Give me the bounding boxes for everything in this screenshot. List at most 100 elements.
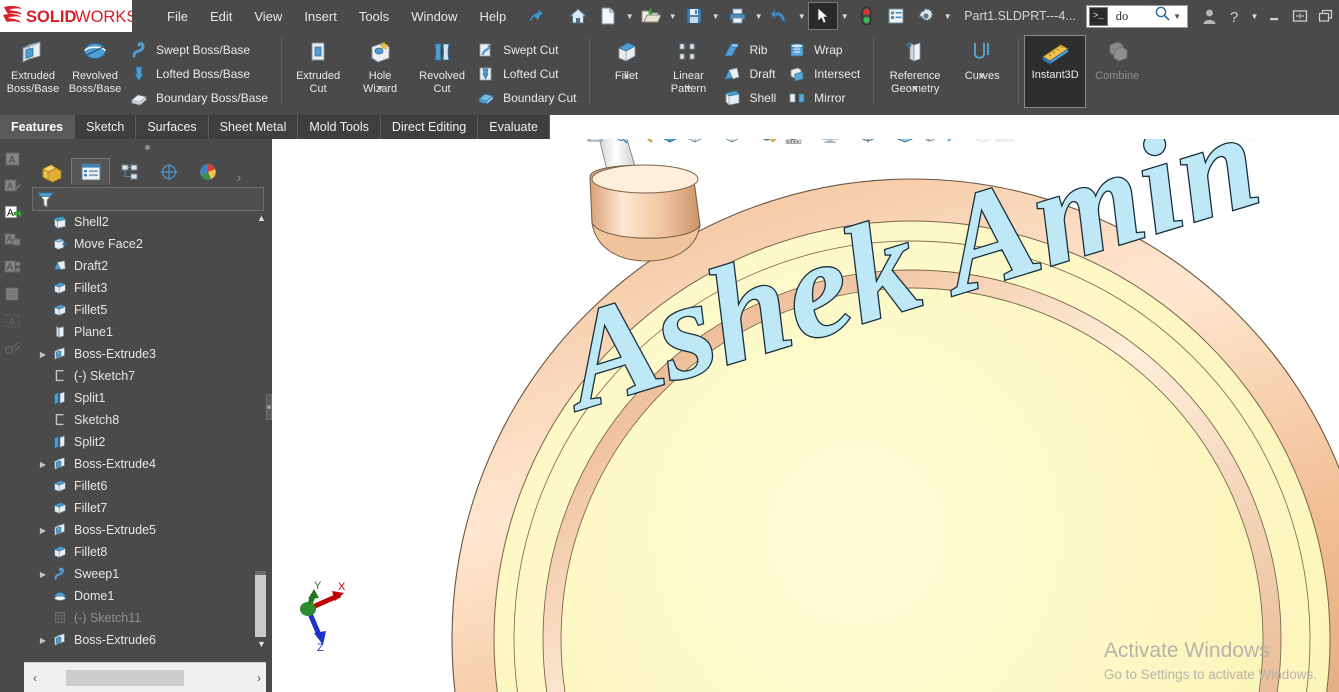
menu-insert[interactable]: Insert — [293, 5, 348, 28]
expand-tabs-chevron-icon[interactable]: › — [227, 169, 251, 185]
draft-button[interactable]: Draft — [719, 62, 784, 86]
block-icon[interactable]: A — [0, 307, 24, 334]
tree-item-fillet8[interactable]: Fillet8 — [32, 541, 262, 563]
tree-expander[interactable]: ▶ — [36, 460, 50, 469]
select-caret[interactable]: ▼ — [838, 2, 851, 30]
restore-doc-icon[interactable] — [1285, 139, 1309, 146]
save-caret[interactable]: ▼ — [709, 2, 722, 30]
intersect-button[interactable]: Intersect — [784, 62, 868, 86]
menu-tools[interactable]: Tools — [348, 5, 400, 28]
view-orientation-caret[interactable]: ▼ — [707, 139, 719, 140]
note-icon[interactable]: A — [0, 145, 24, 172]
tree-item-boss-extrude6[interactable]: ▶ Boss-Extrude6 — [32, 629, 262, 651]
tab-mold-tools[interactable]: Mold Tools — [298, 115, 381, 139]
feature-tree-tab[interactable] — [32, 158, 71, 185]
weld-symbol-icon[interactable] — [0, 334, 24, 361]
display-style-caret[interactable]: ▼ — [744, 139, 756, 140]
hole-wizard-caret[interactable]: ▼ — [376, 84, 384, 93]
apply-scene-caret[interactable]: ▼ — [806, 139, 818, 140]
tab-sheet-metal[interactable]: Sheet Metal — [208, 115, 299, 139]
lofted-cut-button[interactable]: Lofted Cut — [473, 62, 584, 86]
perspective-caret[interactable]: ▼ — [880, 139, 892, 140]
linear-pattern-caret[interactable]: ▼ — [685, 84, 693, 93]
note-add-icon[interactable]: A — [0, 199, 24, 226]
edit-appearance-icon[interactable] — [756, 139, 781, 148]
boundary-boss-base-button[interactable]: Boundary Boss/Base — [126, 86, 276, 110]
tab-evaluate[interactable]: Evaluate — [478, 115, 550, 139]
new-document-caret[interactable]: ▼ — [623, 2, 636, 30]
boundary-cut-button[interactable]: Boundary Cut — [473, 86, 584, 110]
minimize-doc-icon[interactable] — [1261, 139, 1285, 146]
tree-item-boss-extrude4[interactable]: ▶ Boss-Extrude4 — [32, 453, 262, 475]
pin-icon[interactable] — [529, 8, 545, 24]
tree-item-boss-extrude3[interactable]: ▶ Boss-Extrude3 — [32, 343, 262, 365]
view-orientation-icon[interactable] — [682, 139, 707, 148]
rib-button[interactable]: Rib — [719, 38, 784, 62]
tab-sketch[interactable]: Sketch — [75, 115, 137, 139]
note-edit-icon[interactable]: A — [0, 172, 24, 199]
magnifier-glass-icon[interactable] — [917, 139, 942, 148]
tree-item-split2[interactable]: Split2 — [32, 431, 262, 453]
menu-file[interactable]: File — [156, 5, 199, 28]
rebuild-button[interactable] — [851, 2, 881, 30]
revolved-cut-button[interactable]: Revolved Cut — [411, 35, 473, 95]
panel-drag-handle[interactable] — [24, 139, 270, 155]
tree-item-sketch8[interactable]: Sketch8 — [32, 409, 262, 431]
wireframe-line-icon[interactable] — [942, 139, 967, 148]
restore-doc-right-icon[interactable] — [1237, 139, 1261, 146]
display-style-icon[interactable] — [719, 139, 744, 148]
tree-item-move-face2[interactable]: Move Face2 — [32, 233, 262, 255]
tree-expander[interactable]: ▶ — [36, 350, 50, 359]
undo-caret[interactable]: ▼ — [795, 2, 808, 30]
tree-expander[interactable]: ▶ — [36, 526, 50, 535]
swept-cut-button[interactable]: Swept Cut — [473, 38, 584, 62]
dimxpert-manager-tab[interactable] — [149, 158, 188, 185]
instant3d-button[interactable]: Instant3D — [1024, 35, 1087, 108]
tree-item-split1[interactable]: Split1 — [32, 387, 262, 409]
open-button[interactable] — [636, 2, 666, 30]
revolved-boss-base-button[interactable]: Revolved Boss/Base — [64, 35, 126, 95]
print-caret[interactable]: ▼ — [752, 2, 765, 30]
open-caret[interactable]: ▼ — [666, 2, 679, 30]
search-icon[interactable] — [1154, 5, 1171, 27]
linear-pattern-button[interactable]: Linear Pattern ▼ — [657, 35, 719, 95]
balloon-icon[interactable]: A — [0, 226, 24, 253]
reference-geometry-caret[interactable]: ▼ — [911, 84, 919, 93]
tree-item-fillet7[interactable]: Fillet7 — [32, 497, 262, 519]
gear-icon[interactable] — [911, 2, 941, 30]
extruded-boss-base-button[interactable]: Extruded Boss/Base — [2, 35, 64, 95]
menu-view[interactable]: View — [243, 5, 293, 28]
rotate-view-icon[interactable] — [892, 139, 917, 148]
tree-item-fillet3[interactable]: Fillet3 — [32, 277, 262, 299]
feature-tree-horizontal-scrollbar[interactable]: ‹ › — [24, 662, 270, 692]
solidworks-logo[interactable]: SOLID WORKS — [0, 0, 132, 32]
tree-item-plane1[interactable]: Plane1 — [32, 321, 262, 343]
feature-filter-box[interactable] — [32, 187, 264, 211]
mirror-button[interactable]: Mirror — [784, 86, 868, 110]
search-box[interactable]: >_ do ▼ — [1085, 4, 1188, 28]
tree-expander[interactable]: ▶ — [36, 636, 50, 645]
horizontal-scroll-track[interactable] — [46, 669, 248, 686]
tree-item-sketch11[interactable]: (-) Sketch11 — [32, 607, 262, 629]
tree-item-draft2[interactable]: Draft2 — [32, 255, 262, 277]
section-view-icon[interactable] — [657, 139, 682, 148]
lofted-boss-base-button[interactable]: Lofted Boss/Base — [126, 62, 276, 86]
select-button[interactable] — [808, 2, 839, 30]
undo-button[interactable] — [765, 2, 795, 30]
wrap-button[interactable]: Wrap — [784, 38, 868, 62]
view-settings-caret[interactable]: ▼ — [843, 139, 855, 140]
tree-item-dome1[interactable]: Dome1 — [32, 585, 262, 607]
restore-doc-left-icon[interactable] — [1213, 139, 1237, 146]
configuration-manager-tab[interactable] — [110, 158, 149, 185]
scroll-left-icon[interactable]: ‹ — [24, 671, 46, 685]
tree-item-fillet5[interactable]: Fillet5 — [32, 299, 262, 321]
new-document-button[interactable] — [593, 2, 623, 30]
search-caret[interactable]: ▼ — [1173, 12, 1181, 21]
close-doc-icon[interactable]: › — [1309, 139, 1333, 146]
surface-finish-icon[interactable] — [0, 280, 24, 307]
menu-help[interactable]: Help — [468, 5, 517, 28]
swept-boss-base-button[interactable]: Swept Boss/Base — [126, 38, 276, 62]
tree-expander[interactable]: ▶ — [36, 570, 50, 579]
menu-window[interactable]: Window — [400, 5, 468, 28]
zoom-to-fit-icon[interactable] — [582, 139, 607, 148]
